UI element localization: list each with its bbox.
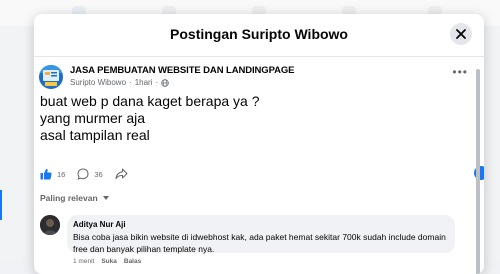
post-actions: 16 36 [40,166,480,182]
sort-label: Paling relevan [40,193,98,203]
post-line: yang murmer aja [40,110,146,126]
post-line: asal tampilan real [40,127,150,143]
post-dialog: Postingan Suripto Wibowo JASA PEMBUATAN … [34,14,484,274]
comment-bubble: Aditya Nur Aji Bisa coba jasa bikin webs… [67,215,455,254]
dialog-content: JASA PEMBUATAN WEBSITE DAN LANDINGPAGE S… [34,57,484,274]
comments-sort-button[interactable]: Paling relevan [40,193,109,203]
more-icon: ••• [452,65,468,79]
comment-icon [77,168,89,180]
dialog-title: Postingan Suripto Wibowo [170,26,348,42]
post-line: buat web p dana kaget berapa ya ? [40,93,260,109]
left-accent-bar [0,190,2,220]
globe-icon [161,78,169,87]
page-avatar[interactable] [39,65,63,89]
thumbs-up-icon [40,168,52,180]
comment-button[interactable]: 36 [77,168,103,180]
close-icon [456,29,466,39]
dialog-scrollbar[interactable] [476,69,480,274]
share-button[interactable] [115,168,128,180]
close-button[interactable] [450,23,472,45]
commenter-avatar[interactable] [40,215,60,235]
comment-text: Bisa coba jasa bikin website di idwebhos… [73,232,446,254]
share-icon [115,168,128,180]
page-name[interactable]: JASA PEMBUATAN WEBSITE DAN LANDINGPAGE [70,65,294,76]
post-text: buat web p dana kaget berapa ya ? yang m… [40,93,460,144]
post-meta: Suripto Wibowo · 1hari · [70,78,169,87]
comment-time[interactable]: 1 menit [73,258,94,265]
chevron-down-icon [102,196,109,200]
post-time[interactable]: 1hari [135,78,153,87]
meta-separator-2: · [155,78,159,87]
more-options-button[interactable]: ••• [452,66,468,78]
comment-author[interactable]: Aditya Nur Aji [73,220,455,229]
post-author[interactable]: Suripto Wibowo [70,78,126,87]
meta-separator: · [129,78,132,87]
comment-like-button[interactable]: Suka [101,258,117,265]
comment-actions: 1 menit Suka Balas [73,258,141,265]
like-count: 16 [57,169,66,179]
comment-count: 36 [94,169,103,179]
dialog-header: Postingan Suripto Wibowo [34,14,484,57]
like-button[interactable]: 16 [40,168,65,180]
comment-reply-button[interactable]: Balas [124,258,141,265]
